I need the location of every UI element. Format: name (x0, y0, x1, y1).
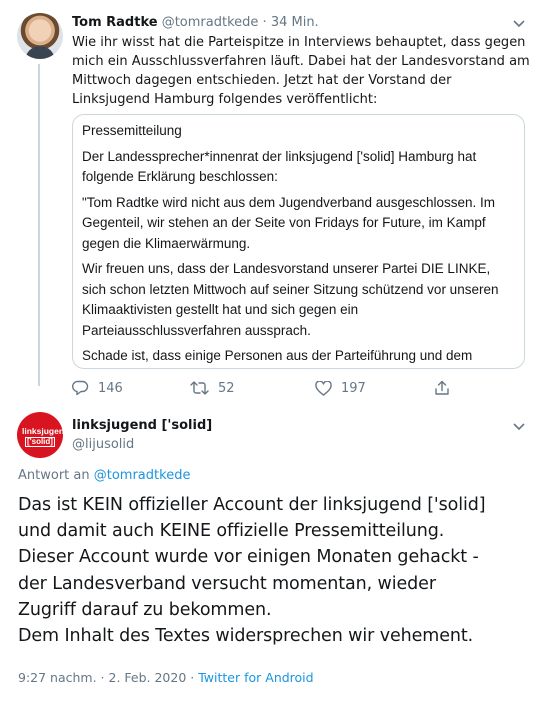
reply-to-handle-link[interactable]: @tomradtkede (94, 468, 191, 483)
tweet-text-line: Dem Inhalt des Textes widersprechen wir … (18, 626, 474, 647)
reply-prefix: Antwort an (18, 468, 90, 483)
logo-top-text: linksjugend (22, 426, 63, 436)
share-icon (435, 380, 449, 395)
reply-button[interactable]: 146 (72, 378, 123, 398)
reply-icon (72, 380, 89, 396)
author-handle[interactable]: @lijusolid (72, 437, 134, 453)
tweet-time[interactable]: 34 Min. (271, 15, 319, 30)
like-count: 197 (341, 380, 366, 396)
press-release-paragraph: Wir freuen uns, dass der Landesvorstand … (82, 261, 499, 338)
press-release-title: Pressemitteilung (82, 123, 182, 138)
source-link[interactable]: Twitter for Android (198, 670, 313, 685)
author-name[interactable]: linksjugend ['solid] (72, 418, 212, 434)
reply-tweet[interactable]: linksjugend ['solid] linksjugend ['solid… (0, 400, 545, 705)
header-separator: · (262, 15, 267, 30)
tweet-timestamp[interactable]: 9:27 nachm. · 2. Feb. 2020 (18, 670, 186, 685)
tweet-text-line: Dieser Account wurde vor einigen Monaten… (18, 547, 479, 568)
tweet-text-line: Zugriff darauf zu bekommen. (18, 599, 272, 620)
author-name[interactable]: Tom Radtke (72, 15, 158, 30)
tweet-text-line: und damit auch KEINE offizielle Pressemi… (18, 521, 445, 542)
thread-connector-line (38, 64, 40, 386)
press-release-paragraph: Der Landessprecher*innenrat der linksjug… (82, 148, 477, 185)
tweet-header: Tom Radtke @tomradtkede · 34 Min. (72, 15, 319, 31)
logo-bottom-text: ['solid] (25, 437, 55, 447)
author-handle[interactable]: @tomradtkede (162, 15, 259, 30)
avatar-shirt (25, 46, 55, 59)
retweet-count: 52 (218, 380, 235, 396)
parent-tweet[interactable]: Tom Radtke @tomradtkede · 34 Min. Wie ih… (0, 0, 545, 400)
author-avatar[interactable]: linksjugend ['solid] (17, 412, 63, 458)
author-avatar[interactable] (17, 13, 63, 59)
tweet-text-line: der Landesverband versucht momentan, wie… (18, 573, 436, 594)
reply-context: Antwort an @tomradtkede (18, 468, 190, 484)
retweet-button[interactable]: 52 (190, 378, 235, 398)
reply-count: 146 (98, 380, 123, 396)
share-button[interactable] (434, 378, 459, 398)
press-release-paragraph: Schade ist, dass einige Personen aus der… (82, 348, 473, 363)
press-release-paragraph: "Tom Radtke wird nicht aus dem Jugendver… (82, 194, 496, 251)
tweet-text-line: Das ist KEIN offizieller Account der lin… (18, 495, 486, 515)
like-icon (315, 380, 332, 396)
retweet-icon (190, 381, 209, 395)
footer-separator: · (190, 670, 195, 685)
tweet-text: Das ist KEIN offizieller Account der lin… (18, 492, 533, 649)
linksjugend-logo: linksjugend ['solid] (22, 427, 63, 447)
chevron-down-icon[interactable] (512, 17, 526, 31)
press-release-card[interactable]: Pressemitteilung Der Landessprecher*inne… (72, 114, 525, 369)
tweet-text: Wie ihr wisst hat die Parteispitze in In… (72, 35, 530, 107)
tweet-actions: 146 52 197 (72, 378, 522, 398)
tweet-footer: 9:27 nachm. · 2. Feb. 2020 · Twitter for… (18, 670, 314, 686)
like-button[interactable]: 197 (315, 378, 366, 398)
chevron-down-icon[interactable] (512, 420, 526, 434)
